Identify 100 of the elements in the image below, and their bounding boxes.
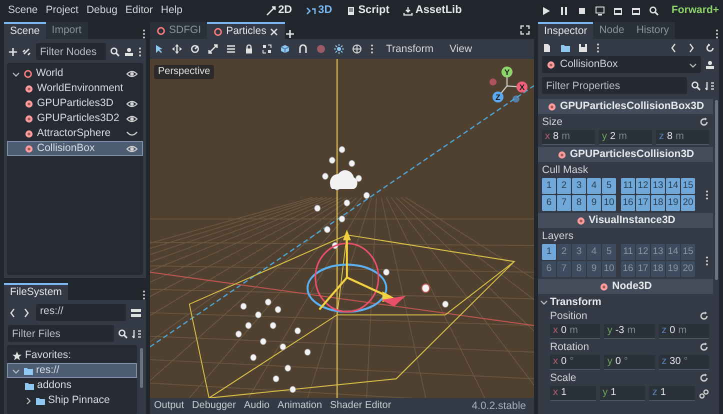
search-icon[interactable] (649, 6, 660, 16)
layer-toggle[interactable]: 5 (602, 178, 616, 194)
layer-toggle[interactable]: 9 (587, 195, 601, 211)
filter-field[interactable]: Filter Properties (542, 77, 687, 94)
search-icon[interactable] (110, 46, 120, 56)
filter-field[interactable]: Filter Files (8, 325, 114, 342)
panel-tab[interactable]: Debugger (188, 400, 240, 412)
eye-icon[interactable] (126, 114, 138, 124)
workspace-tab[interactable]: 2D (263, 4, 296, 18)
folder-icon[interactable] (560, 42, 570, 52)
tab[interactable]: Import (46, 22, 88, 39)
menu-item[interactable]: Help (156, 4, 186, 17)
tree-item[interactable]: addons (7, 378, 137, 393)
kebab-icon[interactable] (142, 29, 146, 39)
panel-tab[interactable]: Output (150, 400, 188, 412)
search-icon[interactable] (691, 80, 701, 90)
screen-icon[interactable] (595, 6, 606, 16)
menu-item[interactable]: Editor (121, 4, 157, 17)
menu-button[interactable]: View (445, 42, 476, 56)
kebab-icon[interactable] (142, 290, 146, 300)
number-field[interactable]: x 8 m (542, 130, 595, 145)
layer-toggle[interactable]: 4 (587, 178, 601, 194)
axis-gizmo[interactable]: Y X Z (490, 66, 528, 102)
tree-item[interactable]: World (7, 66, 143, 81)
caret-icon[interactable] (12, 366, 20, 374)
scrollbar[interactable] (715, 100, 718, 280)
workspace-tab[interactable]: Script (343, 4, 392, 18)
panel-tab[interactable]: Audio (240, 400, 274, 412)
section-header[interactable]: GPUParticlesCollision3D (538, 147, 713, 162)
tab[interactable]: Node (593, 22, 630, 39)
tab[interactable]: History (630, 22, 675, 39)
film-icon[interactable] (613, 6, 624, 16)
tab[interactable]: Scene (4, 22, 46, 39)
panel-tab[interactable]: Animation (274, 400, 326, 412)
layer-toggle[interactable]: 15 (681, 178, 695, 194)
section-header[interactable]: GPUParticlesCollisionBox3D (538, 99, 713, 114)
kebab-icon[interactable] (705, 190, 709, 200)
layer-toggle[interactable]: 3 (572, 178, 586, 194)
menu-item[interactable]: Debug (82, 4, 122, 17)
filter-field[interactable]: Filter Nodes (36, 43, 106, 60)
number-field[interactable]: z 30 ° (658, 355, 709, 370)
path-field[interactable]: res:// (36, 304, 126, 321)
revert-icon[interactable] (699, 342, 709, 352)
menu-item[interactable]: Scene (4, 4, 42, 17)
scrollbar[interactable] (140, 348, 143, 388)
layer-toggle[interactable]: 20 (681, 195, 695, 211)
number-field[interactable]: y 1 (600, 386, 646, 401)
tab[interactable]: SDFGI (150, 22, 208, 39)
tree-item[interactable]: GPUParticles3D (7, 96, 143, 111)
layer-toggle[interactable]: 10 (602, 195, 616, 211)
globe-icon[interactable] (352, 44, 362, 54)
layer-toggle[interactable]: 16 (621, 195, 635, 211)
layer-toggle[interactable]: 6 (542, 195, 556, 211)
number-field[interactable]: z 0 m (658, 324, 709, 339)
magnet-icon[interactable] (298, 44, 308, 54)
kebab-icon[interactable] (715, 29, 719, 39)
kebab-icon[interactable] (138, 46, 142, 56)
add-icon[interactable] (8, 46, 18, 56)
layout-icon[interactable] (130, 308, 142, 318)
layer-toggle[interactable]: 12 (636, 178, 650, 194)
caret-icon[interactable] (12, 70, 20, 78)
list-icon[interactable] (226, 44, 236, 54)
layer-toggle[interactable]: 11 (621, 178, 635, 194)
tab[interactable]: Inspector (538, 22, 594, 39)
tree-item[interactable]: Ship Pinnace (7, 393, 137, 408)
kebab-icon[interactable] (596, 42, 600, 52)
view-menu-button[interactable]: Perspective (154, 65, 214, 79)
tree-item[interactable]: CollisionBox (7, 141, 143, 156)
number-field[interactable]: y 2 m (599, 130, 652, 145)
kebab-icon[interactable] (370, 44, 374, 54)
eye-icon[interactable] (126, 98, 138, 108)
fullscreen-icon[interactable] (520, 25, 530, 35)
sort-icon[interactable] (132, 328, 142, 338)
layer-toggle[interactable]: 13 (651, 178, 665, 194)
select-arrow-icon[interactable] (154, 44, 164, 54)
cube-icon[interactable] (280, 44, 290, 54)
layer-toggle[interactable]: 8 (572, 195, 586, 211)
tree-item[interactable]: res:// (7, 363, 137, 378)
tree-item[interactable]: GPUParticles3D2 (7, 111, 143, 126)
link-icon[interactable] (699, 388, 710, 398)
number-field[interactable]: y 0 ° (604, 355, 655, 370)
panel-tab[interactable]: Shader Editor (326, 400, 396, 412)
workspace-tab[interactable]: AssetLib (400, 4, 465, 18)
number-field[interactable]: x 0 ° (550, 355, 600, 370)
link-icon[interactable] (22, 46, 32, 56)
sort-icon[interactable] (705, 80, 715, 90)
rotate-icon[interactable] (190, 44, 200, 54)
eye-icon[interactable] (126, 68, 138, 78)
lock-icon[interactable] (244, 44, 254, 54)
film-icon[interactable] (631, 6, 642, 16)
play-icon[interactable] (541, 6, 552, 16)
layer-toggle[interactable]: 1 (542, 178, 556, 194)
number-field[interactable]: x 0 m (550, 324, 600, 339)
layer-toggle[interactable]: 14 (666, 178, 680, 194)
caret-icon[interactable] (24, 396, 32, 404)
tree-item[interactable]: Favorites: (7, 348, 137, 363)
property-group[interactable]: Transform (538, 295, 713, 309)
node-selector[interactable]: CollisionBox (542, 56, 701, 73)
move-icon[interactable] (172, 44, 182, 54)
pause-icon[interactable] (559, 6, 570, 16)
